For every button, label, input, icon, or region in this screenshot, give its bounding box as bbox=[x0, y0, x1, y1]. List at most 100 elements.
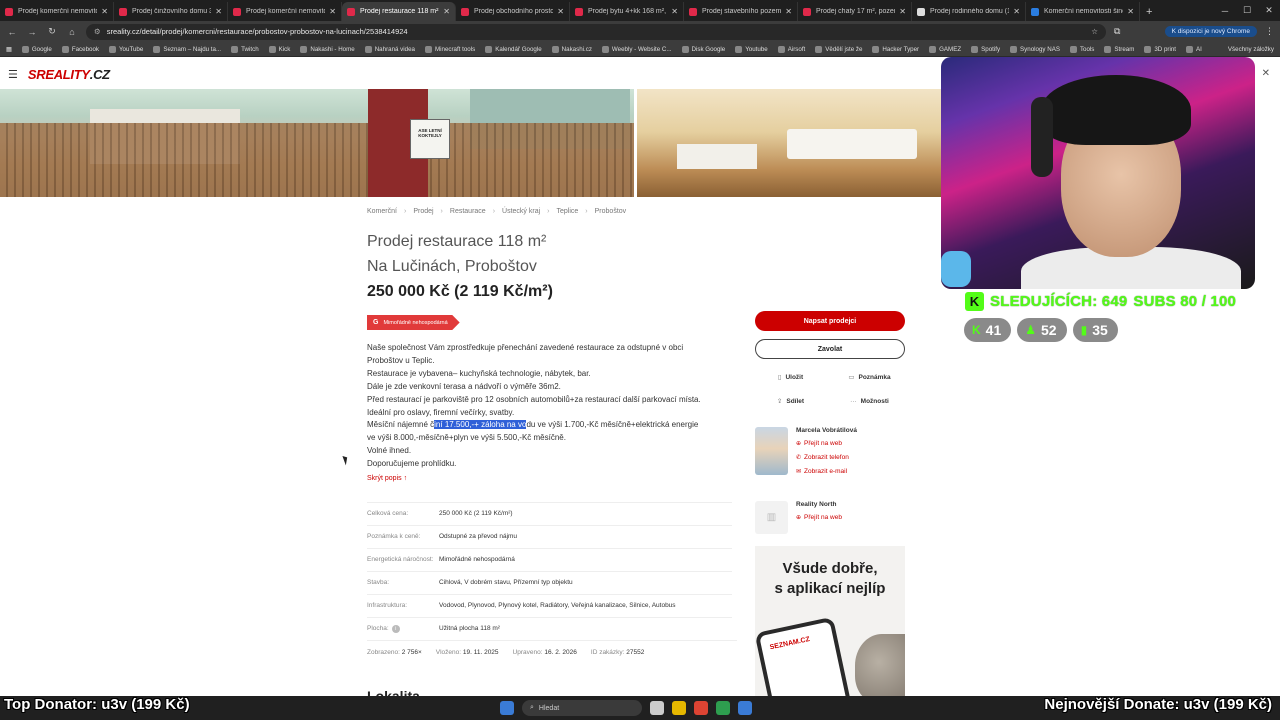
bookmark-item[interactable]: Minecraft tools bbox=[424, 45, 475, 53]
more-button[interactable]: ··· Možnosti bbox=[834, 391, 905, 411]
minimize-icon[interactable]: ─ bbox=[1214, 6, 1236, 16]
bookmark-item[interactable]: Spotify bbox=[971, 45, 1000, 53]
info-icon[interactable]: i bbox=[391, 625, 400, 634]
forward-icon[interactable]: → bbox=[26, 27, 38, 37]
browser-tab[interactable]: Prodej stavebního pozemku ✕ bbox=[684, 2, 798, 21]
bookmark-star-icon[interactable]: ☆ bbox=[1091, 27, 1098, 36]
sreality-icon bbox=[803, 7, 811, 16]
tab-close-icon[interactable]: ✕ bbox=[101, 7, 108, 16]
bookmark-item[interactable]: Stream bbox=[1104, 45, 1134, 53]
app-icon[interactable] bbox=[738, 701, 752, 715]
agent-phone-link[interactable]: ✆ Zobrazit telefon bbox=[796, 451, 857, 465]
write-seller-button[interactable]: Napsat prodejci bbox=[755, 311, 905, 331]
photo-interior[interactable] bbox=[637, 89, 945, 197]
bookmark-item[interactable]: AI bbox=[1186, 45, 1202, 53]
site-info-icon[interactable]: ⚙ bbox=[94, 27, 101, 36]
browser-tab[interactable]: Prodej komerční nemovitosti ✕ bbox=[0, 2, 114, 21]
address-bar[interactable]: ⚙ sreality.cz/detail/prodej/komercni/res… bbox=[86, 23, 1106, 40]
new-tab-icon[interactable]: + bbox=[1140, 2, 1158, 21]
browser-tab[interactable]: Komerční nemovitosti šindlich ✕ bbox=[1026, 2, 1140, 21]
menu-icon[interactable]: ⋮ bbox=[1265, 26, 1274, 37]
all-bookmarks[interactable]: Všechny záložky bbox=[1228, 46, 1274, 53]
bookmark-icon bbox=[1186, 45, 1194, 53]
bookmark-item[interactable]: Synology NAS bbox=[1010, 45, 1060, 53]
browser-tab[interactable]: Prodej rodinného domu (10) ✕ bbox=[912, 2, 1026, 21]
apps-icon[interactable]: ▦ bbox=[6, 46, 12, 53]
chrome-update-button[interactable]: K dispozici je nový Chrome bbox=[1164, 26, 1257, 37]
seznam-app-ad[interactable]: Všude dobře, s aplikací nejlíp SEZNAM.CZ bbox=[755, 546, 905, 696]
photo-exterior[interactable]: ASE LETNÍ KOKTEJLY bbox=[0, 89, 634, 197]
tab-close-icon[interactable]: ✕ bbox=[1013, 7, 1020, 16]
bookmark-icon bbox=[424, 45, 432, 53]
save-button[interactable]: ▯ Uložit bbox=[755, 367, 826, 387]
bookmark-icon bbox=[777, 45, 785, 53]
hide-description-link[interactable]: Skrýt popis ↑ bbox=[367, 475, 737, 482]
browser-tab[interactable]: Prodej činžovního domu 324 ✕ bbox=[114, 2, 228, 21]
breadcrumb-item[interactable]: Ústecký kraj bbox=[502, 208, 540, 215]
browser-tab[interactable]: Prodej restaurace 118 m², Na ✕ bbox=[342, 2, 456, 21]
tab-close-icon[interactable]: ✕ bbox=[215, 7, 222, 16]
breadcrumb-item[interactable]: Prodej bbox=[413, 208, 433, 215]
bookmark-item[interactable]: YouTube bbox=[109, 45, 143, 53]
browser-tab[interactable]: Prodej obchodního prostoru ✕ bbox=[456, 2, 570, 21]
browser-tab[interactable]: Prodej bytu 4+kk 168 m², Šeli ✕ bbox=[570, 2, 684, 21]
tab-close-icon[interactable]: ✕ bbox=[785, 7, 792, 16]
agent-web-link[interactable]: ⊕ Přejít na web bbox=[796, 437, 857, 451]
back-icon[interactable]: ← bbox=[6, 27, 18, 37]
bookmark-item[interactable]: Seznam – Najdu ta... bbox=[153, 45, 221, 53]
bookmark-label: Kick bbox=[278, 45, 291, 53]
photo-gallery[interactable]: ASE LETNÍ KOKTEJLY bbox=[0, 89, 945, 197]
tab-title: Komerční nemovitosti šindlich bbox=[1044, 8, 1123, 15]
bookmark-item[interactable]: Tools bbox=[1069, 45, 1094, 53]
tab-close-icon[interactable]: ✕ bbox=[899, 7, 906, 16]
browser-tab[interactable]: Prodej chaty 17 m², pozemek ✕ bbox=[798, 2, 912, 21]
bookmark-item[interactable]: Hacker Typer bbox=[872, 45, 919, 53]
browser-tab[interactable]: Prodej komerční nemovitosti ✕ bbox=[228, 2, 342, 21]
bookmark-item[interactable]: Nakashi.cz bbox=[551, 45, 592, 53]
share-button[interactable]: ⇪ Sdílet bbox=[755, 391, 826, 411]
bookmark-item[interactable]: 3D print bbox=[1144, 45, 1176, 53]
hamburger-menu-icon[interactable]: ☰ bbox=[8, 68, 18, 81]
agency-web-link[interactable]: ⊕ Přejít na web bbox=[796, 511, 842, 525]
excel-icon[interactable] bbox=[716, 701, 730, 715]
breadcrumb-item[interactable]: Teplice bbox=[557, 208, 579, 215]
start-icon[interactable] bbox=[500, 701, 514, 715]
file-explorer-icon[interactable] bbox=[672, 701, 686, 715]
maximize-icon[interactable]: ☐ bbox=[1236, 5, 1258, 16]
bookmark-item[interactable]: Kick bbox=[268, 45, 291, 53]
bookmark-item[interactable]: Google bbox=[21, 45, 52, 53]
extensions-icon[interactable]: ⧉ bbox=[1114, 26, 1120, 37]
save-icon: ▯ bbox=[777, 374, 782, 381]
bookmark-item[interactable]: Twitch bbox=[231, 45, 259, 53]
close-icon[interactable]: ✕ bbox=[1262, 68, 1270, 79]
task-view-icon[interactable] bbox=[650, 701, 664, 715]
tab-close-icon[interactable]: ✕ bbox=[557, 7, 564, 16]
bookmark-item[interactable]: GAMEZ bbox=[929, 45, 961, 53]
reload-icon[interactable]: ↻ bbox=[46, 26, 58, 37]
tab-close-icon[interactable]: ✕ bbox=[443, 7, 450, 16]
bookmark-item[interactable]: Weebly - Website C... bbox=[601, 45, 672, 53]
tab-close-icon[interactable]: ✕ bbox=[329, 7, 336, 16]
bookmark-item[interactable]: Nahraná videa bbox=[364, 45, 415, 53]
bookmark-item[interactable]: Nakashi - Home bbox=[300, 45, 355, 53]
bookmark-item[interactable]: Vědělí jste že bbox=[815, 45, 862, 53]
tab-close-icon[interactable]: ✕ bbox=[1127, 7, 1134, 16]
breadcrumb-item[interactable]: Proboštov bbox=[595, 208, 627, 215]
breadcrumb-item[interactable]: Komerční bbox=[367, 208, 397, 215]
breadcrumb-item[interactable]: Restaurace bbox=[450, 208, 486, 215]
tab-close-icon[interactable]: ✕ bbox=[671, 7, 678, 16]
agent-email-link[interactable]: ✉ Zobrazit e-mail bbox=[796, 465, 857, 479]
call-button[interactable]: Zavolat bbox=[755, 339, 905, 359]
chrome-icon[interactable] bbox=[694, 701, 708, 715]
home-icon[interactable]: ⌂ bbox=[66, 27, 78, 37]
agent-card: Marcela Vobrátilová ⊕ Přejít na web ✆ Zobr… bbox=[755, 427, 905, 479]
bookmark-item[interactable]: Kalendář Google bbox=[485, 45, 542, 53]
note-button[interactable]: ▭ Poznámka bbox=[834, 367, 905, 387]
taskbar-search[interactable]: ⌕ Hledat bbox=[522, 700, 642, 716]
bookmark-item[interactable]: Facebook bbox=[61, 45, 99, 53]
sreality-logo[interactable]: SREALITY.CZ bbox=[28, 67, 110, 82]
close-window-icon[interactable]: ✕ bbox=[1258, 5, 1280, 16]
bookmark-item[interactable]: Airsoft bbox=[777, 45, 805, 53]
bookmark-item[interactable]: Disk Google bbox=[681, 45, 725, 53]
bookmark-item[interactable]: Youtube bbox=[735, 45, 768, 53]
